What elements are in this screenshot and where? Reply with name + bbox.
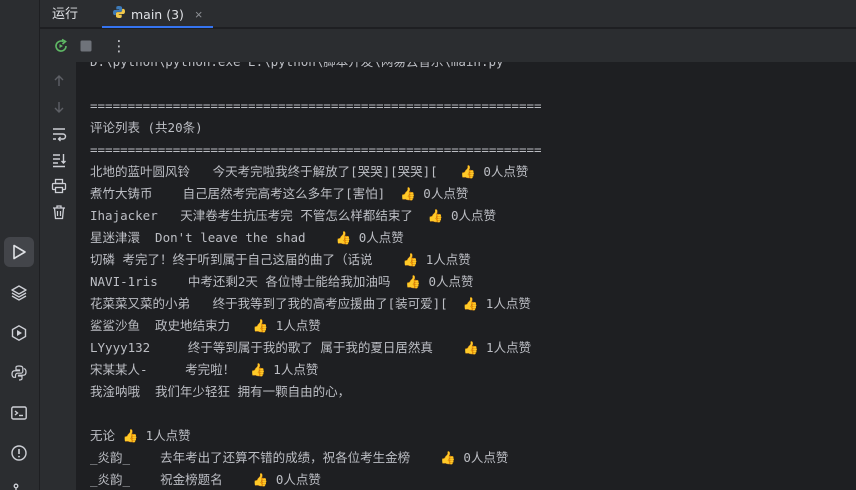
- console-line: _炎韵_ 祝金榜题名 👍 0人点赞: [90, 472, 321, 487]
- console-output[interactable]: D:\python\python.exe E:\python\脚本开发\网易云音…: [78, 62, 856, 490]
- console-gutter: [40, 62, 77, 490]
- soft-wrap-icon[interactable]: [50, 125, 68, 143]
- console-line: LYyyy132 终于等到属于我的歌了 属于我的夏日居然真 👍 1人点赞: [90, 340, 532, 355]
- console-line: 切磷 考完了！终于听到属于自己这届的曲了（话说 👍 1人点赞: [90, 252, 471, 267]
- console-line: 北地的蓝叶圆风铃 今天考完啦我终于解放了[哭哭][哭哭][ 👍 0人点赞: [90, 164, 529, 179]
- stop-icon[interactable]: [76, 36, 96, 56]
- console-line: 宋某某人- 考完啦！ 👍 1人点赞: [90, 362, 319, 377]
- console-line: 无论 👍 1人点赞: [90, 428, 191, 443]
- console-line: 评论列表 (共20条): [90, 120, 203, 135]
- tab-main-3[interactable]: main (3) ×: [102, 0, 213, 28]
- layers-icon[interactable]: [4, 278, 34, 308]
- tool-window-strip: [0, 0, 40, 490]
- tab-label: main (3): [131, 6, 184, 22]
- run-toolbar: ⋮: [40, 29, 856, 62]
- run-tool-window-header: 运行 main (3) ×: [40, 0, 856, 28]
- run-tool-window-title: 运行: [52, 7, 79, 22]
- arrow-up-icon[interactable]: [50, 72, 68, 90]
- terminal-icon[interactable]: [4, 398, 34, 428]
- services-icon[interactable]: [4, 318, 34, 348]
- console-line: Ihajacker 天津卷考生抗压考完 不管怎么样都结束了 👍 0人点赞: [90, 208, 497, 223]
- console-line: D:\python\python.exe E:\python\脚本开发\网易云音…: [90, 62, 542, 73]
- rerun-icon[interactable]: [51, 36, 71, 56]
- console-line: ========================================…: [90, 98, 542, 113]
- problems-icon[interactable]: [4, 438, 34, 468]
- active-tab-indicator: [102, 26, 213, 28]
- console-line: 煮竹大铸币 自己居然考完高考这么多年了[害怕] 👍 0人点赞: [90, 186, 469, 201]
- console-line: ========================================…: [90, 142, 542, 157]
- run-icon[interactable]: [4, 237, 34, 267]
- console-line: 花菜菜又菜的小弟 终于我等到了我的高考应援曲了[装可爱][ 👍 1人点赞: [90, 296, 531, 311]
- close-icon[interactable]: ×: [195, 7, 203, 22]
- python-file-icon: [112, 5, 126, 24]
- console-line: NAVI-1ris 中考还剩2天 各位博士能给我加油吗 👍 0人点赞: [90, 274, 474, 289]
- console-line: 星迷津澴 Don't leave the shad 👍 0人点赞: [90, 230, 404, 245]
- console-line: 鲨鲨沙鱼 政史地结束力 👍 1人点赞: [90, 318, 321, 333]
- scroll-to-end-icon[interactable]: [50, 151, 68, 169]
- trash-icon[interactable]: [50, 203, 68, 221]
- python-console-icon[interactable]: [4, 358, 34, 388]
- print-icon[interactable]: [50, 177, 68, 195]
- console-lines: D:\python\python.exe E:\python\脚本开发\网易云音…: [90, 62, 542, 490]
- console-line: _炎韵_ 去年考出了还算不错的成绩，祝各位考生金榜 👍 0人点赞: [90, 450, 509, 465]
- console-line: 我淦呐哦 我们年少轻狂 拥有一颗自由的心，: [90, 384, 351, 399]
- git-icon[interactable]: [4, 476, 34, 490]
- more-vertical-icon[interactable]: ⋮: [109, 36, 129, 56]
- arrow-down-icon[interactable]: [50, 98, 68, 116]
